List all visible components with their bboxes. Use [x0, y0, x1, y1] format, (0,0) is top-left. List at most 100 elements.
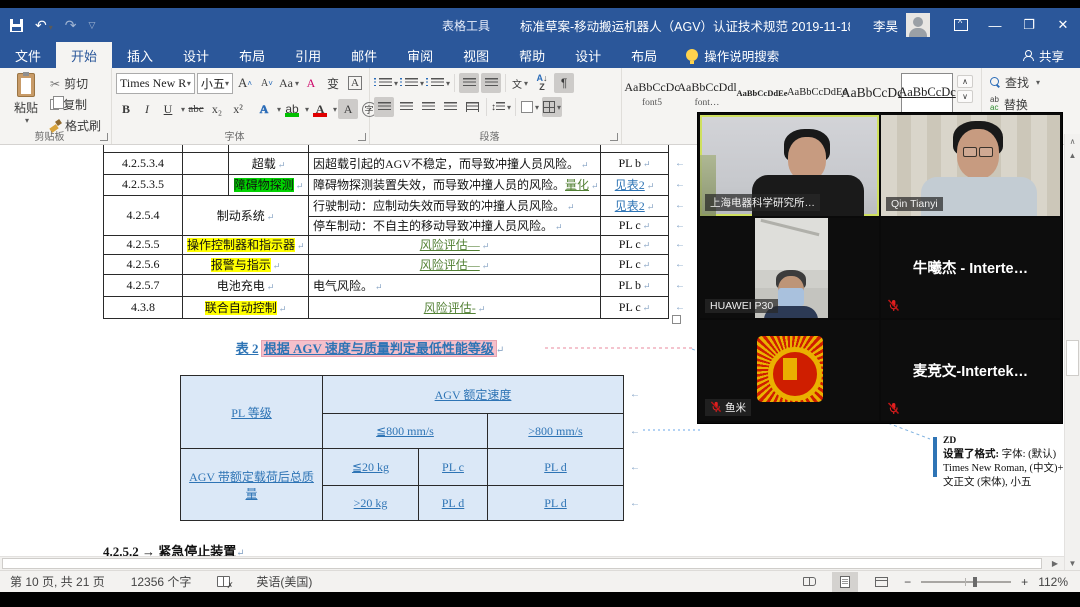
- ribbon-display-options-button[interactable]: [944, 8, 978, 42]
- styles-gallery-up-button[interactable]: ∧: [957, 75, 973, 88]
- redo-icon[interactable]: ↷: [65, 17, 77, 34]
- justify-button[interactable]: [440, 97, 460, 117]
- increase-indent-button[interactable]: [481, 73, 501, 93]
- avatar-tile-yumi[interactable]: 鱼米: [700, 320, 879, 421]
- bold-button[interactable]: B: [116, 99, 136, 119]
- restore-button[interactable]: ❐: [1012, 8, 1046, 42]
- zoom-out-button[interactable]: −: [904, 575, 911, 589]
- tab-table-layout[interactable]: 布局: [616, 42, 672, 68]
- highlight-color-button[interactable]: ab: [282, 99, 302, 119]
- multilevel-list-button[interactable]: ▾: [426, 73, 450, 93]
- undo-icon[interactable]: ↶▾: [35, 17, 53, 34]
- zoom-slider-thumb[interactable]: [973, 577, 977, 587]
- tab-home[interactable]: 开始: [56, 42, 112, 68]
- zoom-in-button[interactable]: +: [1021, 575, 1028, 589]
- risk-table[interactable]: 4.2.5.3.4 超载 因超载引起的AGV不稳定，而导致冲撞人员风险。 PL …: [103, 145, 689, 319]
- page-indicator[interactable]: 第 10 页, 共 21 页: [10, 573, 105, 590]
- tab-references[interactable]: 引用: [280, 42, 336, 68]
- account-area[interactable]: 李昊: [873, 8, 930, 42]
- audio-tile-niu-xijie[interactable]: 牛曦杰 - Interte…: [881, 218, 1060, 319]
- close-button[interactable]: ✕: [1046, 8, 1080, 42]
- align-center-button[interactable]: [396, 97, 416, 117]
- tab-help[interactable]: 帮助: [504, 42, 560, 68]
- scroll-up-button[interactable]: ▲: [1065, 148, 1080, 162]
- video-conference-panel[interactable]: 上海电器科学研究所… Qin Tianyi HUAWEI P30 牛曦杰 -: [697, 112, 1063, 424]
- style-card-5[interactable]: AaBbCcDc: [846, 73, 898, 115]
- scroll-right-button[interactable]: ▶: [1046, 559, 1064, 568]
- font-size-combobox[interactable]: 小五▾: [197, 73, 233, 94]
- tab-table-design[interactable]: 设计: [560, 42, 616, 68]
- tab-view[interactable]: 视图: [448, 42, 504, 68]
- numbering-button[interactable]: ▾: [400, 73, 424, 93]
- tab-review[interactable]: 审阅: [392, 42, 448, 68]
- read-mode-button[interactable]: [796, 572, 822, 592]
- format-change-comment[interactable]: ZD 设置了格式: 字体: (默认) Times New Roman, (中文)…: [933, 435, 1064, 490]
- table-resize-handle[interactable]: [672, 315, 681, 324]
- minimize-button[interactable]: —: [978, 8, 1012, 42]
- clear-formatting-button[interactable]: A: [301, 73, 321, 93]
- zoom-slider[interactable]: [921, 581, 1011, 583]
- save-icon[interactable]: [10, 19, 23, 32]
- show-hide-marks-button[interactable]: ¶: [554, 73, 574, 93]
- paragraph-dialog-launcher[interactable]: [610, 133, 618, 141]
- clipboard-dialog-launcher[interactable]: [100, 133, 108, 141]
- scroll-down-button[interactable]: ▼: [1065, 556, 1080, 570]
- style-card-3[interactable]: AaBbCcDdEe: [736, 73, 788, 115]
- zoom-level[interactable]: 112%: [1038, 575, 1068, 589]
- pl-level-table[interactable]: PL 等级 AGV 额定速度 ← ≦800 mm/s >800 mm/s ← A…: [180, 375, 644, 521]
- strikethrough-button[interactable]: abc: [186, 99, 206, 119]
- video-tile-qin-tianyi[interactable]: Qin Tianyi: [881, 115, 1060, 216]
- align-right-button[interactable]: [418, 97, 438, 117]
- vertical-scroll-thumb[interactable]: [1066, 340, 1079, 376]
- tell-me-search[interactable]: 操作说明搜索: [672, 42, 793, 68]
- tab-file[interactable]: 文件: [0, 42, 56, 68]
- distribute-button[interactable]: [462, 97, 482, 117]
- word-count[interactable]: 12356 个字: [131, 573, 192, 590]
- text-effects-button[interactable]: A: [254, 99, 274, 119]
- video-tile-huawei-p30[interactable]: HUAWEI P30: [700, 218, 879, 319]
- align-left-button[interactable]: [374, 97, 394, 117]
- horizontal-scroll-thumb[interactable]: [2, 558, 1042, 569]
- shrink-font-button[interactable]: A˅: [257, 73, 277, 93]
- audio-tile-mai-jingwen[interactable]: 麦竞文-Intertek…: [881, 320, 1060, 421]
- print-layout-button[interactable]: [832, 572, 858, 592]
- language-indicator[interactable]: 英语(美国): [256, 573, 312, 590]
- tab-design[interactable]: 设计: [168, 42, 224, 68]
- style-card-2[interactable]: AaBbCcDdlfont…: [681, 73, 733, 115]
- tab-mailings[interactable]: 邮件: [336, 42, 392, 68]
- copy-button[interactable]: 复制: [48, 95, 103, 114]
- collapse-ribbon-button[interactable]: ∧: [1065, 134, 1080, 148]
- borders-button[interactable]: ▾: [542, 97, 562, 117]
- decrease-indent-button[interactable]: [459, 73, 479, 93]
- tab-layout[interactable]: 布局: [224, 42, 280, 68]
- font-dialog-launcher[interactable]: [358, 133, 366, 141]
- proofing-status-icon[interactable]: [217, 576, 230, 587]
- underline-button[interactable]: U: [158, 99, 178, 119]
- change-case-button[interactable]: Aa▾: [279, 73, 299, 93]
- style-card-1[interactable]: AaBbCcDcfont5: [626, 73, 678, 115]
- line-spacing-button[interactable]: ↕▾: [491, 97, 511, 117]
- asian-layout-button[interactable]: 文▾: [510, 73, 530, 93]
- italic-button[interactable]: I: [137, 99, 157, 119]
- styles-gallery-down-button[interactable]: ∨: [957, 90, 973, 103]
- phonetic-guide-button[interactable]: 变: [323, 73, 343, 93]
- customize-quick-access-icon[interactable]: ▽: [88, 20, 95, 31]
- superscript-button[interactable]: x²: [228, 99, 248, 119]
- find-button[interactable]: 查找 ▾: [986, 71, 1076, 93]
- vertical-scroll-track[interactable]: [1065, 162, 1080, 556]
- style-card-4[interactable]: AaBbCcDdEe: [791, 73, 843, 115]
- share-button[interactable]: 共享: [1006, 42, 1080, 68]
- style-card-6[interactable]: AaBbCcDc: [901, 73, 953, 115]
- subscript-button[interactable]: x₂: [207, 99, 227, 119]
- character-shading-button[interactable]: A: [338, 99, 358, 119]
- sort-button[interactable]: A↓Z: [532, 73, 552, 93]
- grow-font-button[interactable]: A˄: [235, 73, 255, 93]
- cut-button[interactable]: ✂剪切: [48, 74, 103, 93]
- video-tile-active-speaker[interactable]: 上海电器科学研究所…: [700, 115, 879, 216]
- avatar[interactable]: [906, 13, 930, 37]
- paste-button[interactable]: 粘贴 ▾: [4, 71, 48, 130]
- bullets-button[interactable]: ▾: [374, 73, 398, 93]
- horizontal-scroll-track[interactable]: [0, 557, 1046, 571]
- shading-button[interactable]: ▾: [520, 97, 540, 117]
- horizontal-scrollbar[interactable]: ▶: [0, 556, 1064, 570]
